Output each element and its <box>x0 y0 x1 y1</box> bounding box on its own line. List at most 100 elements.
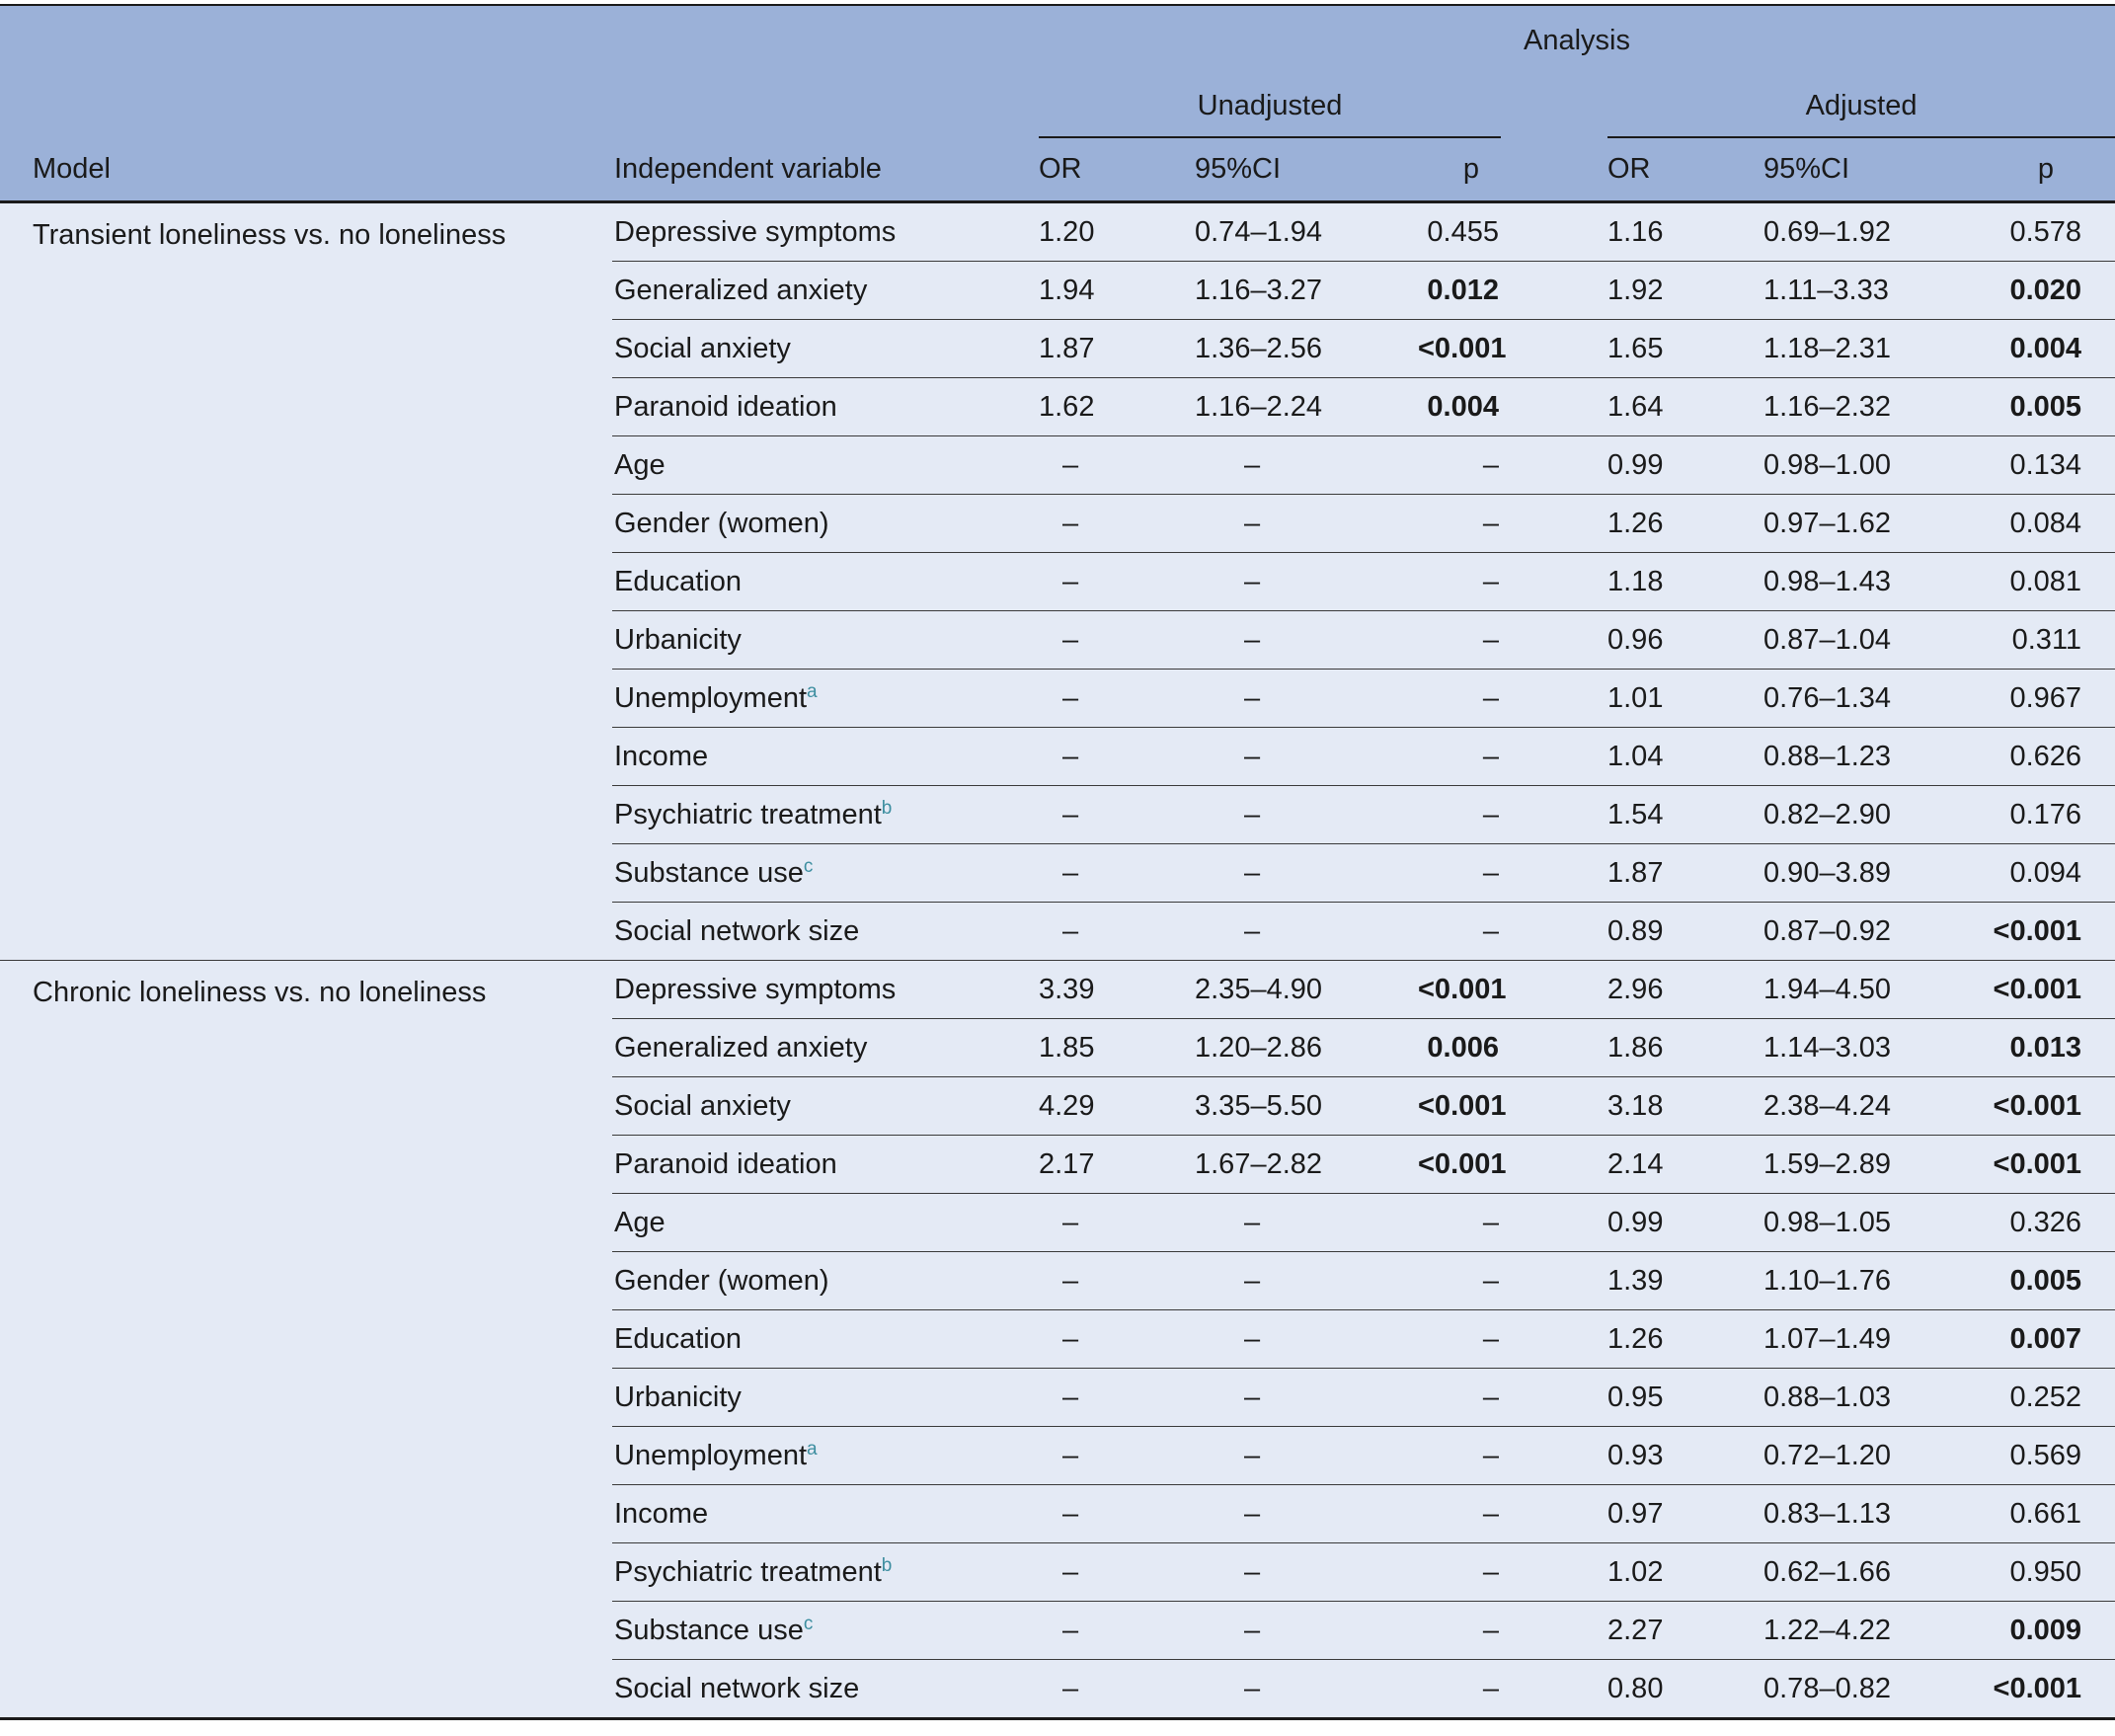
unadjusted-ci-text: 0.74–1.94 <box>1195 215 1323 248</box>
unadjusted-p-text: <0.001 <box>1418 973 1507 1005</box>
odds-ratio-table: Analysis Unadjusted Adjusted Model Indep… <box>0 4 2115 1720</box>
adjusted-or-text: 1.18 <box>1607 565 1664 597</box>
unadjusted-ci-text: – <box>1244 1555 1261 1588</box>
adjusted-p: <0.001 <box>1987 902 2115 961</box>
adjusted-ci: 0.62–1.66 <box>1763 1542 1987 1602</box>
unadjusted-or: 2.17 <box>1039 1135 1195 1194</box>
unadjusted-p: – <box>1418 727 1501 786</box>
adjusted-or-text: 0.89 <box>1607 914 1664 947</box>
unadjusted-ci-text: 1.20–2.86 <box>1195 1031 1323 1064</box>
adjusted-ci-text: 0.82–2.90 <box>1763 798 1892 830</box>
column-gap <box>1501 1309 1607 1369</box>
independent-variable: Age <box>612 435 1039 495</box>
unadjusted-p: 0.012 <box>1418 261 1501 320</box>
adjusted-p: 0.013 <box>1987 1018 2115 1077</box>
unadjusted-ci-text: – <box>1244 681 1261 714</box>
adjusted-p: 0.252 <box>1987 1368 2115 1427</box>
unadjusted-ci: – <box>1195 1542 1418 1602</box>
footnote-marker[interactable]: a <box>807 1439 818 1460</box>
model-column-header: Model <box>0 138 612 203</box>
independent-variable: Depressive symptoms <box>612 960 1039 1019</box>
independent-variable: Social network size <box>612 1659 1039 1720</box>
unadjusted-p-text: – <box>1482 507 1499 539</box>
column-gap <box>1501 201 1607 262</box>
adjusted-ci-text: 1.94–4.50 <box>1763 973 1892 1005</box>
adjusted-p-text: 0.326 <box>2009 1206 2082 1238</box>
adjusted-ci: 0.82–2.90 <box>1763 785 1987 844</box>
column-gap <box>1501 1484 1607 1543</box>
unadjusted-or-text: – <box>1062 1672 1079 1704</box>
variable-label: Age <box>614 1206 666 1238</box>
adjusted-ci: 0.76–1.34 <box>1763 669 1987 728</box>
unadjusted-or-text: – <box>1062 740 1079 772</box>
adjusted-p: 0.134 <box>1987 435 2115 495</box>
unadjusted-or-text: – <box>1062 1555 1079 1588</box>
unadjusted-ci-text: – <box>1244 507 1261 539</box>
variable-label: Paranoid ideation <box>614 390 837 423</box>
header-gap <box>1501 75 1607 138</box>
adjusted-p: 0.661 <box>1987 1484 2115 1543</box>
variable-label: Unemployment <box>614 1439 808 1471</box>
unadjusted-p-text: – <box>1482 1439 1499 1471</box>
variable-label: Generalized anxiety <box>614 1031 868 1064</box>
adjusted-or-text: 1.87 <box>1607 856 1664 889</box>
unadjusted-ci-text: – <box>1244 1614 1261 1646</box>
unadjusted-or: – <box>1039 1251 1195 1310</box>
unadjusted-p: 0.006 <box>1418 1018 1501 1077</box>
unadjusted-p: – <box>1418 435 1501 495</box>
adjusted-ci-text: 1.07–1.49 <box>1763 1322 1892 1355</box>
adjusted-or-text: 1.01 <box>1607 681 1664 714</box>
column-gap <box>1501 552 1607 611</box>
unadjusted-or: – <box>1039 1309 1195 1369</box>
unadjusted-p: – <box>1418 1542 1501 1602</box>
adjusted-p: <0.001 <box>1987 960 2115 1019</box>
unadjusted-ci: 1.67–2.82 <box>1195 1135 1418 1194</box>
independent-variable: Psychiatric treatmentb <box>612 785 1039 844</box>
unadjusted-p: – <box>1418 669 1501 728</box>
footnote-marker[interactable]: a <box>807 681 818 702</box>
unadjusted-or: – <box>1039 1484 1195 1543</box>
unadjusted-or: 4.29 <box>1039 1076 1195 1136</box>
unadjusted-ci-text: – <box>1244 565 1261 597</box>
unadjusted-or-text: – <box>1062 448 1079 481</box>
unadjusted-or-text: 1.94 <box>1039 274 1095 306</box>
independent-variable: Education <box>612 1309 1039 1369</box>
unadjusted-p: – <box>1418 843 1501 903</box>
variable-label: Social network size <box>614 914 860 947</box>
adjusted-p: 0.005 <box>1987 377 2115 436</box>
adjusted-p-text: <0.001 <box>1993 1672 2082 1704</box>
variable-label: Education <box>614 1322 742 1355</box>
unadjusted-ci: 1.16–3.27 <box>1195 261 1418 320</box>
independent-variable: Unemploymenta <box>612 1426 1039 1485</box>
adjusted-p: 0.004 <box>1987 319 2115 378</box>
adjusted-ci: 0.98–1.00 <box>1763 435 1987 495</box>
adjusted-or-text: 0.97 <box>1607 1497 1664 1530</box>
variable-label: Substance use <box>614 1614 804 1646</box>
unadjusted-or-text: 2.17 <box>1039 1147 1095 1180</box>
adjusted-or-text: 0.96 <box>1607 623 1664 656</box>
adjusted-p-text: 0.009 <box>2009 1614 2082 1646</box>
adjusted-or: 0.97 <box>1607 1484 1763 1543</box>
adjusted-ci: 0.98–1.43 <box>1763 552 1987 611</box>
unadjusted-ci: 2.35–4.90 <box>1195 960 1418 1019</box>
adjusted-ci-text: 1.16–2.32 <box>1763 390 1892 423</box>
adjusted-ci-text: 0.76–1.34 <box>1763 681 1892 714</box>
column-gap <box>1501 319 1607 378</box>
adjusted-ci-text: 2.38–4.24 <box>1763 1089 1892 1122</box>
adjusted-ci: 0.90–3.89 <box>1763 843 1987 903</box>
adjusted-p-text: 0.007 <box>2009 1322 2082 1355</box>
unadjusted-or: – <box>1039 1542 1195 1602</box>
unadjusted-or-text: – <box>1062 914 1079 947</box>
unadjusted-ci: – <box>1195 435 1418 495</box>
footnote-marker[interactable]: b <box>882 798 893 819</box>
adjusted-or-text: 1.26 <box>1607 507 1664 539</box>
unadjusted-p-text: – <box>1482 856 1499 889</box>
footnote-marker[interactable]: b <box>882 1555 893 1576</box>
unadjusted-p-text: <0.001 <box>1418 1089 1507 1122</box>
adjusted-p: 0.005 <box>1987 1251 2115 1310</box>
adjusted-or-text: 1.86 <box>1607 1031 1664 1064</box>
footnote-marker[interactable]: c <box>804 856 814 877</box>
unadjusted-ci: – <box>1195 610 1418 670</box>
footnote-marker[interactable]: c <box>804 1614 814 1634</box>
independent-variable: Psychiatric treatmentb <box>612 1542 1039 1602</box>
